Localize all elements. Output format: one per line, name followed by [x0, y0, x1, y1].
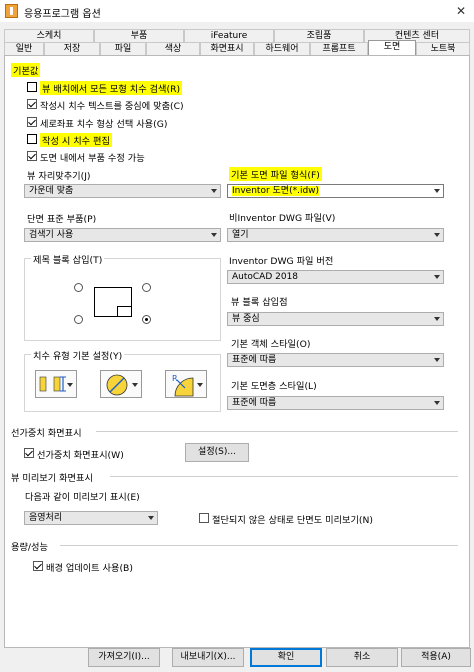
default-layer-style-value: 표준에 따름: [232, 398, 277, 408]
show-lineweight-checkbox[interactable]: [24, 448, 34, 458]
default-layer-style-dropdown[interactable]: 표준에 따름: [227, 396, 444, 410]
default-drawing-type-label: 기본 도면 파일 형식(F): [229, 167, 322, 181]
section-unhatched-checkbox[interactable]: [199, 513, 209, 523]
retrieve-all-dims-checkbox[interactable]: [27, 82, 37, 92]
chevron-down-icon: [434, 401, 440, 405]
show-preview-as-value: 음영처리: [29, 513, 63, 523]
section-std-parts-label: 단면 표준 부품(P): [27, 214, 97, 225]
view-block-insert-value: 뷰 중심: [232, 314, 260, 324]
center-dim-text-label: 작성시 치수 텍스트를 중심에 맞춤(C): [40, 101, 184, 112]
default-layer-style-label: 기본 도면층 스타일(L): [231, 381, 317, 392]
title-block-top-right-radio[interactable]: [142, 283, 151, 292]
export-button[interactable]: 내보내기(X)...: [172, 648, 244, 667]
tab-drawing[interactable]: 도면: [368, 40, 416, 55]
tab-display[interactable]: 화면표시: [200, 42, 254, 55]
inventor-dwg-version-dropdown[interactable]: AutoCAD 2018: [227, 270, 444, 284]
view-justification-dropdown[interactable]: 가운데 맞춤: [24, 184, 221, 198]
show-lineweight-label: 선가중치 화면표시(W): [37, 450, 124, 461]
view-preview-section-label: 뷰 미리보기 화면표시: [11, 473, 93, 484]
section-unhatched-label: 절단되지 않은 상태로 단면도 미리보기(N): [212, 515, 373, 526]
non-inventor-dwg-dropdown[interactable]: 열기: [227, 228, 444, 242]
show-preview-as-label: 다음과 같이 미리보기 표시(E): [25, 492, 140, 503]
title-block-insert-label: 제목 블록 삽입(T): [31, 252, 105, 266]
chevron-down-icon: [434, 275, 440, 279]
default-drawing-type-value: Inventor 도면(*.idw): [232, 186, 320, 196]
tab-file[interactable]: 파일: [100, 42, 146, 55]
sheet-preview: [94, 287, 132, 317]
center-dim-text-checkbox[interactable]: [27, 99, 37, 109]
svg-text:R: R: [172, 374, 178, 383]
default-object-style-label: 기본 객체 스타일(O): [231, 339, 311, 350]
chevron-down-icon: [434, 317, 440, 321]
chevron-down-icon: [434, 189, 440, 193]
chevron-down-icon: [211, 189, 217, 193]
tab-hardware[interactable]: 하드웨어: [254, 42, 310, 55]
bg-update-checkbox[interactable]: [33, 561, 43, 571]
tab-save[interactable]: 저장: [44, 42, 100, 55]
edit-dim-on-create-label: 작성 시 치수 편집: [40, 133, 112, 147]
inventor-dwg-version-value: AutoCAD 2018: [232, 272, 299, 282]
default-object-style-value: 표준에 따름: [232, 355, 277, 365]
view-justification-value: 가운데 맞춤: [29, 186, 74, 196]
tab-assembly[interactable]: 조립품: [274, 29, 364, 42]
chevron-down-icon: [211, 233, 217, 237]
tab-sketch[interactable]: 스케치: [4, 29, 94, 42]
title-block-bottom-right-radio[interactable]: [142, 315, 151, 324]
default-drawing-type-dropdown[interactable]: Inventor 도면(*.idw): [227, 184, 444, 198]
show-preview-as-dropdown[interactable]: 음영처리: [24, 511, 158, 525]
import-button[interactable]: 가져오기(I)...: [88, 648, 160, 667]
edit-part-in-drawing-checkbox[interactable]: [27, 151, 37, 161]
tab-part[interactable]: 부품: [94, 29, 184, 42]
lineweight-settings-button[interactable]: 설정(S)...: [185, 443, 249, 462]
separator: [60, 545, 458, 546]
bg-update-label: 배경 업데이트 사용(B): [46, 563, 133, 574]
tab-general[interactable]: 일반: [4, 42, 44, 55]
ordinate-dim-label: 세로좌표 치수 형상 선택 사용(G): [40, 119, 168, 130]
tab-colors[interactable]: 색상: [146, 42, 200, 55]
non-inventor-dwg-value: 열기: [232, 230, 249, 240]
chevron-down-icon: [148, 516, 154, 520]
edit-dim-on-create-checkbox[interactable]: [27, 134, 37, 144]
lineweight-section-label: 선가중치 화면표시: [11, 428, 82, 439]
radius-dim-type-button[interactable]: R: [165, 370, 207, 398]
chevron-down-icon: [132, 383, 138, 387]
section-std-parts-value: 검색기 사용: [29, 230, 74, 240]
window-title: 응용프로그램 옵션: [24, 9, 101, 20]
app-icon: [5, 4, 18, 18]
chevron-down-icon: [67, 383, 73, 387]
separator: [96, 431, 458, 432]
cancel-button[interactable]: 취소: [326, 648, 398, 667]
view-justification-label: 뷰 자리맞추기(J): [27, 171, 91, 182]
chevron-down-icon: [434, 358, 440, 362]
linear-dim-type-button[interactable]: [35, 370, 77, 398]
tab-ifeature[interactable]: iFeature: [184, 29, 274, 42]
retrieve-all-dims-label: 뷰 배치에서 모든 모형 치수 검색(R): [40, 81, 183, 95]
chevron-down-icon: [434, 233, 440, 237]
dim-type-label: 치수 유형 기본 설정(Y): [31, 348, 125, 362]
tab-notebook[interactable]: 노트북: [416, 42, 470, 55]
title-block-top-left-radio[interactable]: [74, 283, 83, 292]
apply-button[interactable]: 적용(A): [401, 648, 471, 667]
tab-prompts[interactable]: 프롬프트: [310, 42, 368, 55]
title-block-bottom-left-radio[interactable]: [74, 315, 83, 324]
defaults-section-label: 기본값: [11, 63, 41, 77]
section-std-parts-dropdown[interactable]: 검색기 사용: [24, 228, 221, 242]
title-block-preview: [117, 306, 131, 316]
edit-part-in-drawing-label: 도면 내에서 부품 수정 가능: [40, 153, 145, 164]
diameter-dim-type-button[interactable]: [100, 370, 142, 398]
ordinate-dim-checkbox[interactable]: [27, 117, 37, 127]
linear-dim-icon: [39, 376, 66, 392]
diameter-dim-icon: [106, 374, 128, 396]
view-block-insert-label: 뷰 블록 삽입점: [231, 297, 288, 308]
radius-dim-icon: R: [172, 374, 194, 397]
separator: [110, 476, 458, 477]
capacity-section-label: 용량/성능: [11, 542, 48, 553]
view-block-insert-dropdown[interactable]: 뷰 중심: [227, 312, 444, 326]
chevron-down-icon: [197, 383, 203, 387]
close-icon[interactable]: ✕: [456, 4, 466, 18]
inventor-dwg-version-label: Inventor DWG 파일 버전: [229, 256, 334, 267]
default-object-style-dropdown[interactable]: 표준에 따름: [227, 353, 444, 367]
non-inventor-dwg-label: 비Inventor DWG 파일(V): [229, 213, 336, 224]
ok-button[interactable]: 확인: [250, 648, 322, 667]
